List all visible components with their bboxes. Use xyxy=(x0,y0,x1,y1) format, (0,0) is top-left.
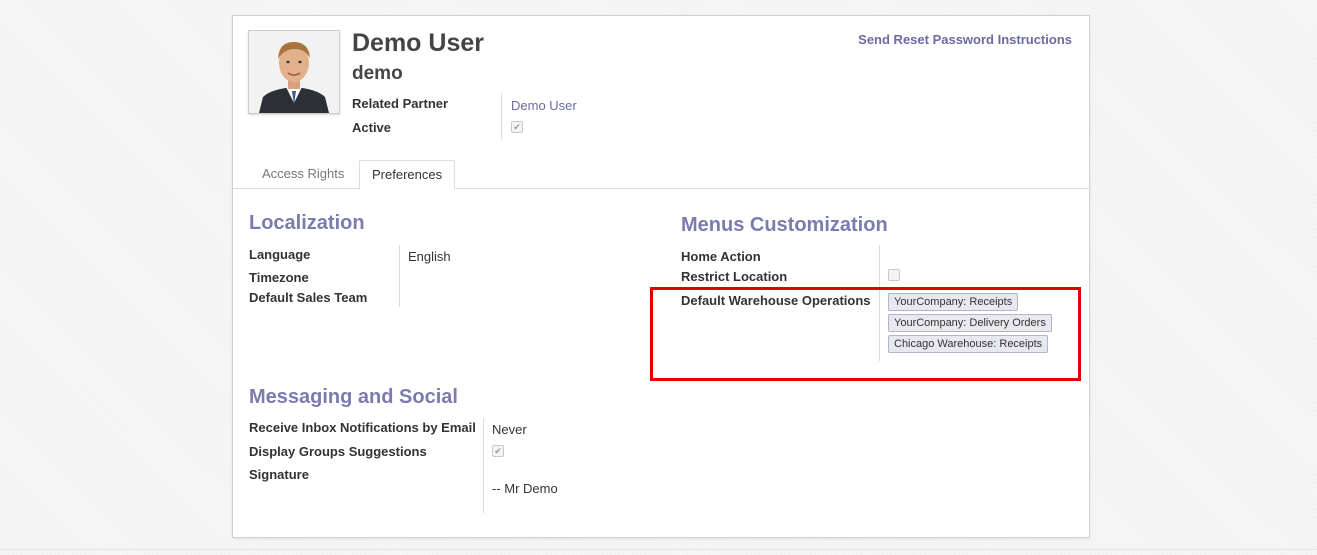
timezone-label: Timezone xyxy=(249,270,309,285)
user-login[interactable]: demo xyxy=(352,63,403,85)
user-name-title[interactable]: Demo User xyxy=(352,29,484,58)
user-avatar[interactable] xyxy=(248,30,340,114)
language-value[interactable]: English xyxy=(408,249,451,264)
language-label: Language xyxy=(249,247,311,262)
display-groups-suggestions-checkbox[interactable]: ✔ xyxy=(492,445,504,457)
default-sales-team-label: Default Sales Team xyxy=(249,290,368,305)
user-photo-icon xyxy=(249,31,339,113)
active-label: Active xyxy=(352,120,392,135)
tab-access-rights[interactable]: Access Rights xyxy=(250,160,356,188)
tab-preferences[interactable]: Preferences xyxy=(359,160,456,190)
send-reset-password-button[interactable]: Send Reset Password Instructions xyxy=(858,32,1072,47)
inbox-notifications-value[interactable]: Never xyxy=(492,422,527,437)
restrict-location-label: Restrict Location xyxy=(681,269,788,284)
warehouse-operations-highlight xyxy=(650,287,1081,381)
signature-label: Signature xyxy=(249,467,309,482)
header-fields-divider xyxy=(501,93,502,140)
user-form-sheet: Demo User demo Send Reset Password Instr… xyxy=(232,15,1090,538)
localization-section-title: Localization xyxy=(249,212,365,234)
related-partner-link[interactable]: Demo User xyxy=(511,98,577,113)
messaging-social-section-title: Messaging and Social xyxy=(249,386,458,408)
home-action-label: Home Action xyxy=(681,249,761,264)
menus-customization-section-title: Menus Customization xyxy=(681,214,888,236)
active-checkbox[interactable]: ✔ xyxy=(511,121,523,133)
display-groups-suggestions-label: Display Groups Suggestions xyxy=(249,444,427,459)
signature-value[interactable]: -- Mr Demo xyxy=(492,481,558,496)
localization-divider xyxy=(399,245,400,307)
related-partner-label: Related Partner xyxy=(352,96,449,111)
inbox-notifications-label: Receive Inbox Notifications by Email xyxy=(249,420,476,435)
messaging-divider xyxy=(483,418,484,513)
page-bottom-divider xyxy=(0,549,1317,550)
restrict-location-checkbox[interactable] xyxy=(888,269,900,281)
